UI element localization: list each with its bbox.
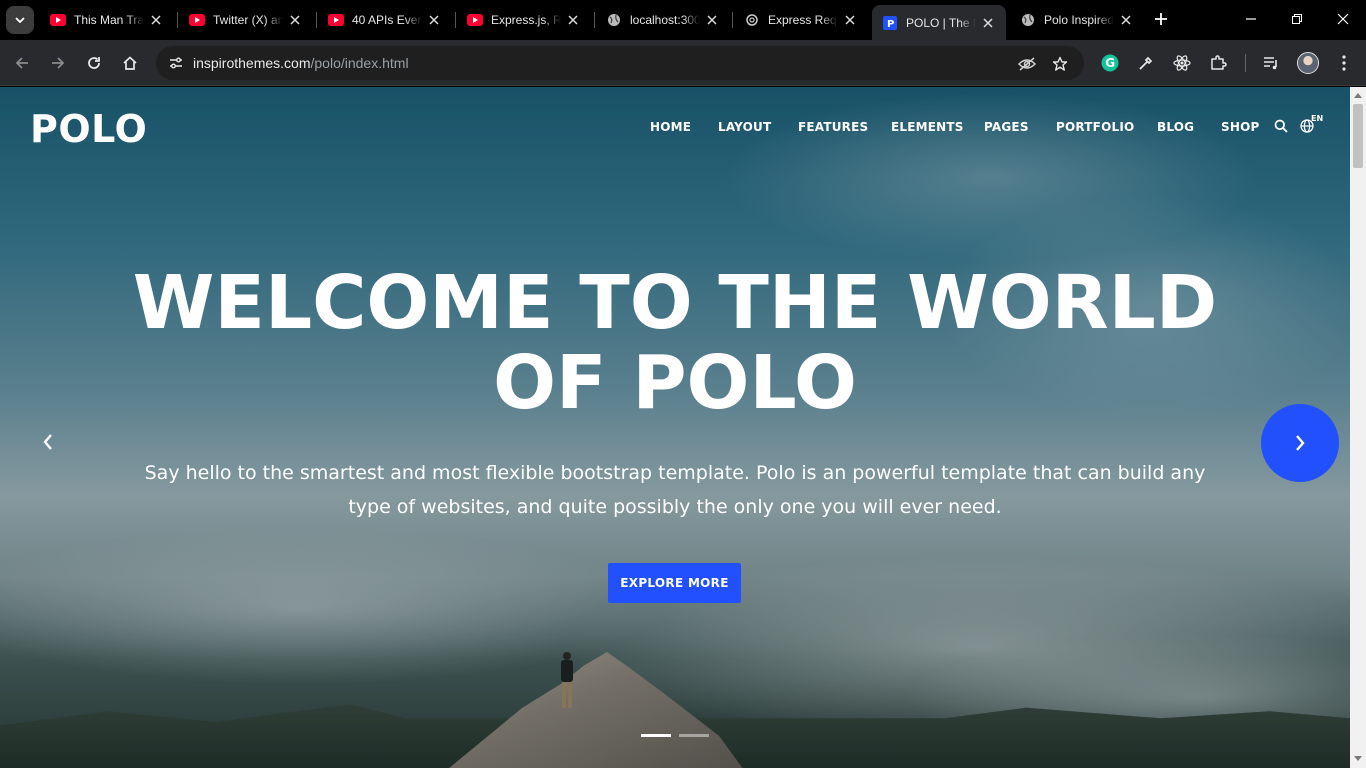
tab-search-button[interactable] bbox=[6, 6, 34, 34]
site-logo[interactable]: POLO bbox=[30, 107, 147, 151]
url-text: inspirothemes.com/polo/index.html bbox=[193, 55, 409, 71]
browser-tab[interactable]: localhost:300 bbox=[596, 4, 730, 36]
bookmark-star-icon[interactable] bbox=[1049, 53, 1071, 75]
plus-icon bbox=[1155, 13, 1167, 25]
browser-tab-bar: This Man Tra Twitter (X) an 40 APIs Ever… bbox=[0, 0, 1366, 40]
new-tab-button[interactable] bbox=[1150, 8, 1172, 30]
hero-text-line: Say hello to the smartest and most flexi… bbox=[144, 462, 1206, 484]
home-icon bbox=[123, 56, 137, 70]
close-tab-icon[interactable] bbox=[565, 12, 581, 28]
tab-title: localhost:300 bbox=[630, 13, 700, 27]
url-path: /polo/index.html bbox=[310, 55, 409, 71]
nav-blog[interactable]: BLOG bbox=[1157, 120, 1194, 134]
scroll-up-icon[interactable] bbox=[1350, 87, 1366, 103]
hero-text-line: type of websites, and quite possibly the… bbox=[348, 496, 1002, 518]
close-tab-icon[interactable] bbox=[287, 12, 303, 28]
slider-dot-active[interactable] bbox=[641, 734, 671, 737]
restore-button[interactable] bbox=[1286, 8, 1308, 30]
hero-title-line: OF POLO bbox=[493, 340, 857, 426]
nav-layout[interactable]: LAYOUT bbox=[718, 120, 771, 134]
minimize-icon bbox=[1246, 18, 1256, 20]
slider-dot[interactable] bbox=[679, 734, 709, 737]
react-devtools-icon[interactable] bbox=[1171, 52, 1193, 74]
address-bar[interactable]: inspirothemes.com/polo/index.html bbox=[156, 46, 1084, 80]
globe-icon bbox=[1020, 12, 1036, 28]
site-settings-icon[interactable] bbox=[164, 51, 188, 75]
nav-features[interactable]: FEATURES bbox=[798, 120, 868, 134]
explore-more-button[interactable]: EXPLORE MORE bbox=[608, 563, 741, 603]
close-tab-icon[interactable] bbox=[980, 15, 996, 31]
close-tab-icon[interactable] bbox=[842, 12, 858, 28]
youtube-icon bbox=[328, 12, 344, 28]
chevron-down-icon bbox=[15, 17, 25, 24]
language-code[interactable]: EN bbox=[1311, 114, 1323, 123]
globe-icon bbox=[606, 12, 622, 28]
svg-text:G: G bbox=[1105, 56, 1115, 70]
close-tab-icon[interactable] bbox=[148, 12, 164, 28]
reload-button[interactable] bbox=[82, 51, 106, 75]
browser-tab[interactable]: 40 APIs Every bbox=[318, 4, 452, 36]
youtube-icon bbox=[467, 12, 483, 28]
home-button[interactable] bbox=[118, 51, 142, 75]
page-scrollbar[interactable] bbox=[1350, 87, 1366, 768]
eye-off-icon[interactable] bbox=[1016, 53, 1038, 75]
tab-title: Polo Inspired bbox=[1044, 13, 1114, 27]
profile-avatar[interactable] bbox=[1297, 52, 1319, 74]
tab-title: POLO | The M bbox=[906, 15, 976, 30]
close-icon bbox=[1337, 13, 1349, 25]
grammarly-icon[interactable]: G bbox=[1099, 52, 1121, 74]
browser-tab[interactable]: Express.js, Re bbox=[457, 4, 591, 36]
polo-p-icon: P bbox=[882, 15, 898, 31]
scroll-down-icon[interactable] bbox=[1350, 751, 1366, 767]
nav-shop[interactable]: SHOP bbox=[1221, 120, 1259, 134]
hero-description: Say hello to the smartest and most flexi… bbox=[100, 456, 1250, 524]
forward-button[interactable] bbox=[46, 51, 70, 75]
openai-icon bbox=[744, 12, 760, 28]
back-button[interactable] bbox=[10, 51, 34, 75]
browser-tab[interactable]: This Man Tra bbox=[40, 4, 174, 36]
chevron-right-icon bbox=[1296, 435, 1305, 451]
youtube-icon bbox=[50, 12, 66, 28]
tab-title: This Man Tra bbox=[74, 13, 144, 27]
hero-title-line: WELCOME TO THE WORLD bbox=[132, 260, 1218, 346]
svg-text:P: P bbox=[887, 19, 894, 30]
close-tab-icon[interactable] bbox=[704, 12, 720, 28]
browser-tab[interactable]: Twitter (X) an bbox=[179, 4, 313, 36]
slider-prev-button[interactable] bbox=[34, 428, 62, 456]
hero-slider: POLO HOME LAYOUT FEATURES ELEMENTS PAGES… bbox=[0, 87, 1350, 768]
search-icon[interactable] bbox=[1273, 118, 1289, 134]
nav-home[interactable]: HOME bbox=[650, 120, 691, 134]
nav-portfolio[interactable]: PORTFOLIO bbox=[1056, 120, 1134, 134]
close-window-button[interactable] bbox=[1332, 8, 1354, 30]
color-picker-icon[interactable] bbox=[1135, 52, 1157, 74]
close-tab-icon[interactable] bbox=[426, 12, 442, 28]
restore-icon bbox=[1292, 14, 1302, 24]
tab-title: Express.js, Re bbox=[491, 13, 561, 27]
kebab-menu-icon[interactable] bbox=[1333, 52, 1355, 74]
arrow-left-icon bbox=[15, 57, 28, 69]
minimize-button[interactable] bbox=[1240, 8, 1262, 30]
url-host: inspirothemes.com bbox=[193, 55, 311, 71]
nav-elements[interactable]: ELEMENTS bbox=[891, 120, 964, 134]
browser-tab[interactable]: Express Requ bbox=[734, 4, 868, 36]
reload-icon bbox=[88, 57, 100, 69]
tab-title: 40 APIs Every bbox=[352, 13, 422, 27]
browser-tab-active[interactable]: P POLO | The M bbox=[872, 5, 1006, 40]
scroll-thumb[interactable] bbox=[1353, 104, 1363, 168]
nav-pages[interactable]: PAGES bbox=[984, 120, 1029, 134]
youtube-icon bbox=[189, 12, 205, 28]
browser-tab[interactable]: Polo Inspired bbox=[1010, 4, 1144, 36]
close-tab-icon[interactable] bbox=[1118, 12, 1134, 28]
tab-title: Twitter (X) an bbox=[213, 13, 283, 27]
tab-title: Express Requ bbox=[768, 13, 838, 27]
slider-next-button[interactable] bbox=[1261, 404, 1339, 482]
chevron-left-icon bbox=[43, 434, 52, 450]
arrow-right-icon bbox=[52, 57, 65, 69]
hero-title: WELCOME TO THE WORLD OF POLO bbox=[100, 263, 1250, 423]
media-playlist-icon[interactable] bbox=[1260, 52, 1282, 74]
browser-toolbar: inspirothemes.com/polo/index.html G bbox=[0, 40, 1366, 86]
extensions-puzzle-icon[interactable] bbox=[1207, 52, 1229, 74]
